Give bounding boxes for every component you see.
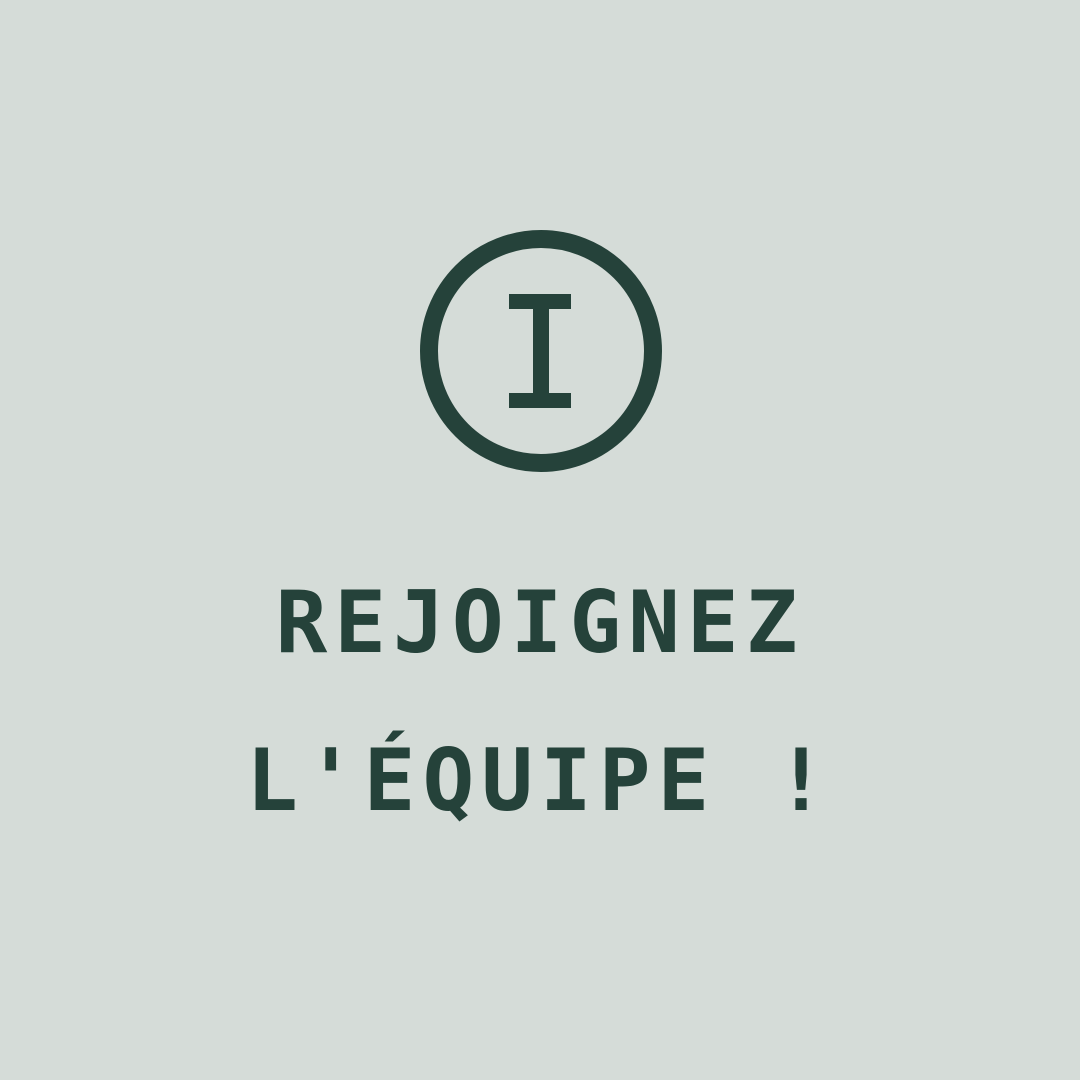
- announcement-card: REJOIGNEZ L'ÉQUIPE !: [0, 0, 1080, 1080]
- headline-line-1: REJOIGNEZ: [275, 573, 805, 673]
- circle-i-logo-icon: [418, 228, 664, 474]
- headline-line-2: L'ÉQUIPE !: [246, 731, 834, 831]
